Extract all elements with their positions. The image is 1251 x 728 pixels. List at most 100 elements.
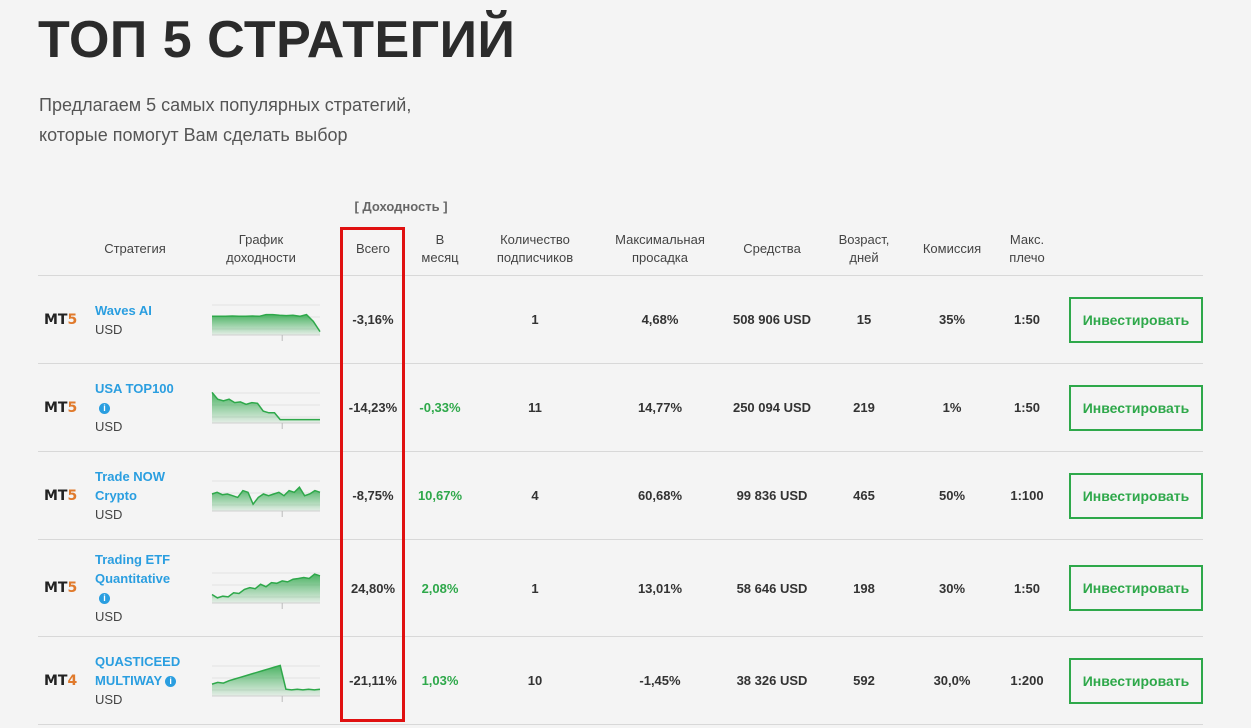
strategy-name-line2[interactable]: Crypto xyxy=(95,486,137,505)
invest-button[interactable]: Инвестировать xyxy=(1069,384,1203,431)
age-days: 198 xyxy=(853,580,875,596)
subscriber-count: 4 xyxy=(531,488,539,503)
strategy-name-line2[interactable]: MULTIWAY i xyxy=(95,671,177,690)
strategy-name-line2[interactable]: Quantitative xyxy=(95,569,170,588)
yield-sparkline[interactable] xyxy=(211,637,321,724)
total-yield: -21,11% xyxy=(349,673,397,688)
max-leverage: 1:100 xyxy=(1010,488,1044,503)
commission: 30% xyxy=(938,580,966,596)
platform-version: 5 xyxy=(67,487,78,504)
header-age[interactable]: Возраст, дней xyxy=(820,222,908,276)
header-total[interactable]: Всего xyxy=(340,222,406,276)
total-yield: 24,80% xyxy=(350,580,396,596)
yield-sparkline[interactable] xyxy=(211,452,321,539)
header-commission[interactable]: Комиссия xyxy=(908,222,996,276)
commission: 30,0% xyxy=(933,673,971,688)
max-leverage: 1:50 xyxy=(1013,400,1041,415)
header-subs-line1: Количество xyxy=(500,232,570,247)
platform-version: 5 xyxy=(67,580,78,596)
subscriber-count: 1 xyxy=(531,312,539,327)
platform-version: 4 xyxy=(67,672,78,689)
platform-prefix: MT xyxy=(44,399,68,416)
age-days: 465 xyxy=(853,488,875,503)
invest-button[interactable]: Инвестировать xyxy=(1069,657,1203,704)
age-days: 592 xyxy=(853,673,875,688)
sparkline-area xyxy=(212,486,320,511)
header-age-line1: Возраст, xyxy=(838,232,890,247)
strategy-name[interactable]: Waves AI xyxy=(95,301,152,320)
strategy-currency: USD xyxy=(95,507,123,522)
header-month[interactable]: В месяц xyxy=(406,222,474,276)
platform-badge: MT 5 xyxy=(38,452,80,539)
sparkline-svg xyxy=(211,391,320,429)
monthly-yield xyxy=(406,276,474,363)
header-drawdown[interactable]: Максимальная просадка xyxy=(596,222,724,276)
header-leverage[interactable]: Макс. плечо xyxy=(996,222,1058,276)
invest-button-cell: Инвестировать xyxy=(1069,276,1203,363)
header-chart-line2: доходности xyxy=(226,250,296,265)
sparkline-svg xyxy=(211,480,321,517)
platform-prefix: MT xyxy=(44,487,68,504)
platform-badge: MT 5 xyxy=(38,540,80,636)
yield-sparkline[interactable] xyxy=(211,540,321,636)
strategy-currency: USD xyxy=(95,419,123,434)
page-title: ТОП 5 СТРАТЕГИЙ xyxy=(38,11,516,69)
platform-prefix: MT xyxy=(44,580,68,596)
funds: 250 094 USD xyxy=(732,400,812,415)
max-drawdown: 14,77% xyxy=(637,400,683,415)
strategy-currency: USD xyxy=(95,609,123,624)
info-icon[interactable]: i xyxy=(165,676,177,687)
invest-button[interactable]: Инвестировать xyxy=(1069,565,1203,611)
age-days: 219 xyxy=(853,400,875,415)
yield-sparkline[interactable] xyxy=(211,364,321,451)
header-month-line1: В xyxy=(435,232,445,247)
header-subscribers[interactable]: Количество подписчиков xyxy=(474,222,596,276)
info-icon[interactable]: i xyxy=(99,593,110,604)
strategy-name-line2-text[interactable]: Crypto xyxy=(95,488,137,503)
header-funds[interactable]: Средства xyxy=(724,222,820,276)
max-drawdown: 13,01% xyxy=(637,580,683,596)
platform-badge: MT 4 xyxy=(38,637,80,724)
total-yield: -8,75% xyxy=(352,488,394,503)
subscriber-count: 10 xyxy=(527,673,543,688)
header-chart: График доходности xyxy=(211,222,311,276)
max-leverage: 1:200 xyxy=(1010,673,1044,688)
strategy-row: MT 5 Trading ETF Quantitative i USD 24,80% 2,08… xyxy=(38,540,1203,637)
header-dd-line1: Максимальная xyxy=(615,232,705,247)
funds: 508 906 USD xyxy=(732,312,812,327)
strategy-name-line1[interactable]: Trade NOW xyxy=(95,467,165,486)
monthly-yield: 1,03% xyxy=(421,673,459,688)
platform-version: 5 xyxy=(67,311,78,328)
strategy-name-line1[interactable]: QUASTICEED xyxy=(95,652,180,671)
funds: 38 326 USD xyxy=(736,673,808,688)
max-leverage: 1:50 xyxy=(1013,580,1041,596)
info-icon[interactable]: i xyxy=(99,403,110,414)
strategy-name-line1[interactable]: Trading ETF xyxy=(95,550,170,569)
info-icon-wrap: i xyxy=(95,398,110,417)
strategy-currency: USD xyxy=(95,692,123,707)
strategy-name-line2-text[interactable]: Quantitative xyxy=(95,571,170,586)
sparkline-svg xyxy=(211,572,321,609)
yield-group-label: [ Доходность ] xyxy=(354,199,448,214)
invest-button[interactable]: Инвестировать xyxy=(1069,296,1203,343)
header-age-line2: дней xyxy=(849,250,879,265)
invest-button-cell: Инвестировать xyxy=(1069,364,1203,451)
strategy-name-line2-text[interactable]: MULTIWAY xyxy=(95,673,162,688)
subtitle-line-1: Предлагаем 5 самых популярных стратегий, xyxy=(39,95,412,115)
commission: 1% xyxy=(942,400,962,415)
strategy-cell: USA TOP100 i USD xyxy=(95,364,215,451)
subscriber-count: 1 xyxy=(531,580,539,596)
yield-sparkline[interactable] xyxy=(211,276,321,363)
subscriber-count: 11 xyxy=(528,400,542,415)
strategy-row: MT 4 QUASTICEED MULTIWAY i USD -21,11% 1,03% 10-… xyxy=(38,637,1203,725)
invest-button-cell: Инвестировать xyxy=(1069,540,1203,636)
funds: 58 646 USD xyxy=(736,580,808,596)
info-icon-wrap: i xyxy=(95,588,110,607)
invest-button[interactable]: Инвестировать xyxy=(1069,472,1203,519)
sparkline-svg xyxy=(211,663,321,702)
strategy-currency: USD xyxy=(95,321,123,337)
strategy-name[interactable]: USA TOP100 xyxy=(95,379,174,398)
max-drawdown: 4,68% xyxy=(641,312,679,327)
header-month-line2: месяц xyxy=(421,250,459,265)
header-leverage-line1: Макс. xyxy=(1009,232,1045,247)
